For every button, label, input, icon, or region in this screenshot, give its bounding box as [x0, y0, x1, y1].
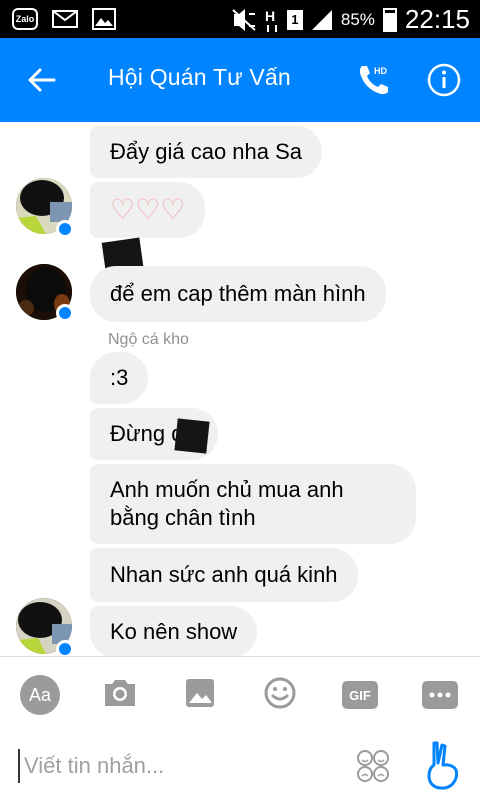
messenger-badge-icon: [56, 304, 74, 322]
svg-text:HD: HD: [374, 66, 387, 76]
message-bubble-hearts[interactable]: ♡♡♡: [90, 182, 206, 238]
message-bubble[interactable]: Đẩy giá cao nha Sa: [90, 126, 323, 178]
message-bubble[interactable]: Anh muốn chủ mua anh bằng chân tình: [90, 464, 416, 544]
mail-icon: [52, 10, 78, 28]
message-bubble[interactable]: để em cap thêm màn hình: [90, 266, 386, 322]
message-bubble[interactable]: Ko nên show: [90, 606, 258, 656]
svg-text:H: H: [265, 8, 275, 24]
peace-hand-icon[interactable]: [420, 739, 464, 791]
sticker-icon[interactable]: [356, 749, 390, 783]
back-arrow-icon[interactable]: [24, 62, 64, 98]
sim-indicator: 1: [286, 9, 303, 30]
battery-icon: [382, 7, 397, 32]
more-options-icon[interactable]: [422, 681, 458, 709]
redacted-text: [174, 418, 210, 454]
gif-button[interactable]: GIF: [342, 681, 378, 709]
messenger-badge-icon: [56, 640, 74, 656]
battery-percent: 85%: [340, 9, 375, 29]
gallery-icon[interactable]: [180, 675, 220, 711]
conversation-title[interactable]: Hội Quán Tư Vấn: [108, 64, 291, 91]
message-list[interactable]: Đẩy giá cao nha Sa ♡♡♡ để em cap thêm mà…: [0, 122, 480, 656]
image-notification-icon: [92, 8, 116, 30]
message-text: Anh muốn chủ mua anh bằng chân tình: [110, 477, 344, 530]
camera-icon[interactable]: [100, 675, 140, 711]
info-icon[interactable]: [426, 62, 462, 98]
clock: 22:15: [404, 4, 470, 34]
data-arrows-icon: H: [265, 8, 277, 32]
status-bar: Zalo H 1 85% 22:15: [0, 0, 480, 38]
messenger-badge-icon: [56, 220, 74, 238]
message-input[interactable]: Viết tin nhắn...: [18, 749, 338, 783]
emoji-icon[interactable]: [260, 675, 300, 711]
hd-call-icon[interactable]: HD: [354, 60, 394, 100]
signal-icon: [311, 9, 332, 30]
text-format-button[interactable]: Aa: [20, 675, 60, 715]
composer: Aa GIF Viết tin nhắn...: [0, 656, 480, 800]
zalo-notification-icon: Zalo: [12, 8, 38, 30]
message-bubble[interactable]: :3: [90, 352, 149, 404]
silent-mode-icon: [232, 8, 256, 31]
message-bubble[interactable]: Nhan sức anh quá kinh: [90, 548, 358, 602]
sender-name: Ngộ cá kho: [108, 331, 189, 348]
conversation-header: Hội Quán Tư Vấn HD: [0, 38, 480, 122]
